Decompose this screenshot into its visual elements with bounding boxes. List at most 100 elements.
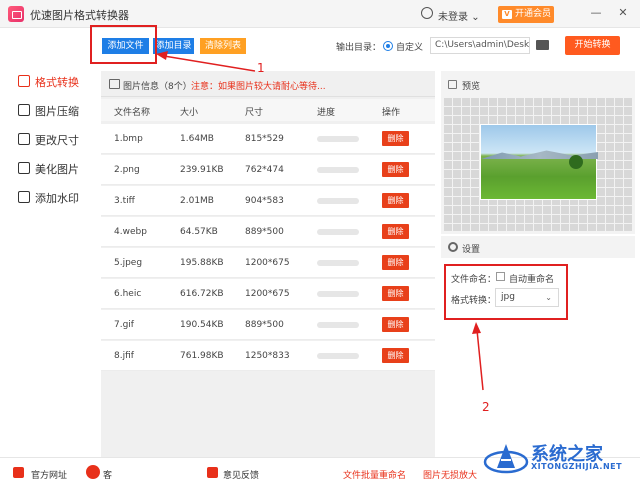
file-name: 5.jpeg bbox=[114, 258, 143, 268]
contact-link[interactable]: 客 bbox=[103, 468, 112, 481]
image-info-icon bbox=[109, 79, 120, 89]
progress-bar bbox=[317, 322, 359, 328]
sidebar-item-beautify[interactable]: 美化图片 bbox=[18, 160, 96, 178]
delete-button[interactable]: 删除 bbox=[382, 131, 409, 146]
annotation-box-2 bbox=[444, 264, 568, 320]
output-path-field[interactable]: C:\Users\admin\Deskto bbox=[430, 37, 530, 54]
table-row[interactable]: 3.tiff 2.01MB 904*583 删除 bbox=[101, 186, 435, 216]
batch-rename-link[interactable]: 文件批量重命名 bbox=[343, 468, 406, 481]
delete-button[interactable]: 删除 bbox=[382, 255, 409, 270]
table-header: 文件名称 大小 尺寸 进度 操作 bbox=[101, 99, 435, 121]
file-dims: 815*529 bbox=[245, 134, 284, 144]
sidebar-item-compress[interactable]: 图片压缩 bbox=[18, 102, 96, 120]
delete-button[interactable]: 删除 bbox=[382, 348, 409, 363]
progress-bar bbox=[317, 167, 359, 173]
file-name: 6.heic bbox=[114, 289, 142, 299]
sidebar-item-format-convert[interactable]: 格式转换 bbox=[18, 73, 96, 91]
website-icon[interactable] bbox=[13, 467, 24, 478]
table-row[interactable]: 5.jpeg 195.88KB 1200*675 删除 bbox=[101, 248, 435, 278]
table-row[interactable]: 8.jfif 761.98KB 1250*833 删除 bbox=[101, 341, 435, 371]
delete-button[interactable]: 删除 bbox=[382, 286, 409, 301]
preview-title: 预览 bbox=[462, 82, 481, 92]
progress-bar bbox=[317, 353, 359, 359]
file-dims: 1250*833 bbox=[245, 351, 290, 361]
file-size: 195.88KB bbox=[180, 258, 224, 268]
file-dims: 762*474 bbox=[245, 165, 284, 175]
gear-icon bbox=[448, 242, 458, 252]
table-row[interactable]: 6.heic 616.72KB 1200*675 删除 bbox=[101, 279, 435, 309]
title-bar: 优速图片格式转换器 未登录 ⌄ V 开通会员 — ✕ bbox=[0, 0, 640, 28]
format-convert-icon bbox=[18, 75, 30, 87]
sidebar-item-label: 添加水印 bbox=[35, 192, 79, 205]
watermark-domain: XITONGZHIJIA.NET bbox=[531, 462, 623, 471]
delete-button[interactable]: 删除 bbox=[382, 162, 409, 177]
annotation-box-1 bbox=[90, 25, 157, 64]
preview-panel: 预览 bbox=[441, 71, 635, 234]
sidebar-item-label: 格式转换 bbox=[35, 76, 79, 89]
col-action-header: 操作 bbox=[382, 108, 401, 118]
file-name: 2.png bbox=[114, 165, 140, 175]
file-size: 190.54KB bbox=[180, 320, 224, 330]
settings-title: 设置 bbox=[462, 245, 481, 255]
annotation-arrow-2 bbox=[472, 322, 484, 391]
table-row[interactable]: 4.webp 64.57KB 889*500 删除 bbox=[101, 217, 435, 247]
sidebar-item-label: 更改尺寸 bbox=[35, 134, 79, 147]
tree-shape bbox=[569, 155, 583, 169]
folder-icon[interactable] bbox=[536, 40, 549, 50]
file-size: 616.72KB bbox=[180, 289, 224, 299]
col-size-header: 大小 bbox=[180, 108, 199, 118]
custom-output-label[interactable]: 自定义 bbox=[396, 40, 423, 53]
lossless-enlarge-link[interactable]: 图片无损放大 bbox=[423, 468, 477, 481]
annotation-number-1: 1 bbox=[257, 61, 265, 75]
progress-bar bbox=[317, 136, 359, 142]
preview-icon bbox=[448, 80, 457, 89]
vip-button[interactable]: V 开通会员 bbox=[498, 6, 554, 23]
file-dims: 889*500 bbox=[245, 227, 284, 237]
table-row[interactable]: 7.gif 190.54KB 889*500 删除 bbox=[101, 310, 435, 340]
progress-bar bbox=[317, 229, 359, 235]
file-name: 8.jfif bbox=[114, 351, 134, 361]
contact-avatar-icon[interactable] bbox=[86, 465, 100, 479]
close-button[interactable]: ✕ bbox=[616, 6, 630, 20]
file-list-panel: 图片信息（8个） 注意：如果图片较大请耐心等待... 文件名称 大小 尺寸 进度… bbox=[101, 71, 435, 457]
file-name: 3.tiff bbox=[114, 196, 135, 206]
file-size: 1.64MB bbox=[180, 134, 214, 144]
file-size: 2.01MB bbox=[180, 196, 214, 206]
login-status-text[interactable]: 未登录 bbox=[438, 12, 468, 23]
custom-output-radio[interactable] bbox=[383, 41, 393, 51]
website-link[interactable]: 官方网址 bbox=[31, 468, 67, 481]
chevron-down-icon[interactable]: ⌄ bbox=[471, 12, 479, 23]
watermark-logo bbox=[483, 444, 529, 474]
feedback-icon[interactable] bbox=[207, 467, 218, 478]
annotation-arrow-1 bbox=[156, 51, 256, 72]
sidebar-item-resize[interactable]: 更改尺寸 bbox=[18, 131, 96, 149]
sidebar: 格式转换 图片压缩 更改尺寸 美化图片 添加水印 bbox=[0, 66, 96, 456]
app-logo-icon bbox=[8, 6, 24, 22]
output-dir-label: 输出目录： bbox=[336, 43, 382, 53]
file-count-label: 图片信息（8个） bbox=[123, 82, 192, 92]
file-size: 761.98KB bbox=[180, 351, 224, 361]
file-dims: 904*583 bbox=[245, 196, 284, 206]
delete-button[interactable]: 删除 bbox=[382, 317, 409, 332]
file-size: 64.57KB bbox=[180, 227, 218, 237]
file-size: 239.91KB bbox=[180, 165, 224, 175]
minimize-button[interactable]: — bbox=[589, 6, 603, 20]
app-title: 优速图片格式转换器 bbox=[30, 9, 129, 22]
vip-label[interactable]: 开通会员 bbox=[515, 9, 551, 19]
login-status[interactable]: 未登录 ⌄ bbox=[438, 8, 480, 23]
progress-bar bbox=[317, 291, 359, 297]
feedback-link[interactable]: 意见反馈 bbox=[223, 468, 259, 481]
settings-header: 设置 bbox=[441, 236, 635, 258]
table-row[interactable]: 1.bmp 1.64MB 815*529 删除 bbox=[101, 124, 435, 154]
user-icon[interactable] bbox=[421, 7, 433, 19]
col-dims-header: 尺寸 bbox=[245, 108, 264, 118]
start-convert-button[interactable]: 开始转换 bbox=[565, 36, 620, 55]
sidebar-item-watermark[interactable]: 添加水印 bbox=[18, 189, 96, 207]
file-dims: 889*500 bbox=[245, 320, 284, 330]
delete-button[interactable]: 删除 bbox=[382, 193, 409, 208]
table-row[interactable]: 2.png 239.91KB 762*474 删除 bbox=[101, 155, 435, 185]
watermark-icon bbox=[18, 191, 30, 203]
file-name: 7.gif bbox=[114, 320, 134, 330]
delete-button[interactable]: 删除 bbox=[382, 224, 409, 239]
size-warning: 注意：如果图片较大请耐心等待... bbox=[191, 82, 326, 92]
